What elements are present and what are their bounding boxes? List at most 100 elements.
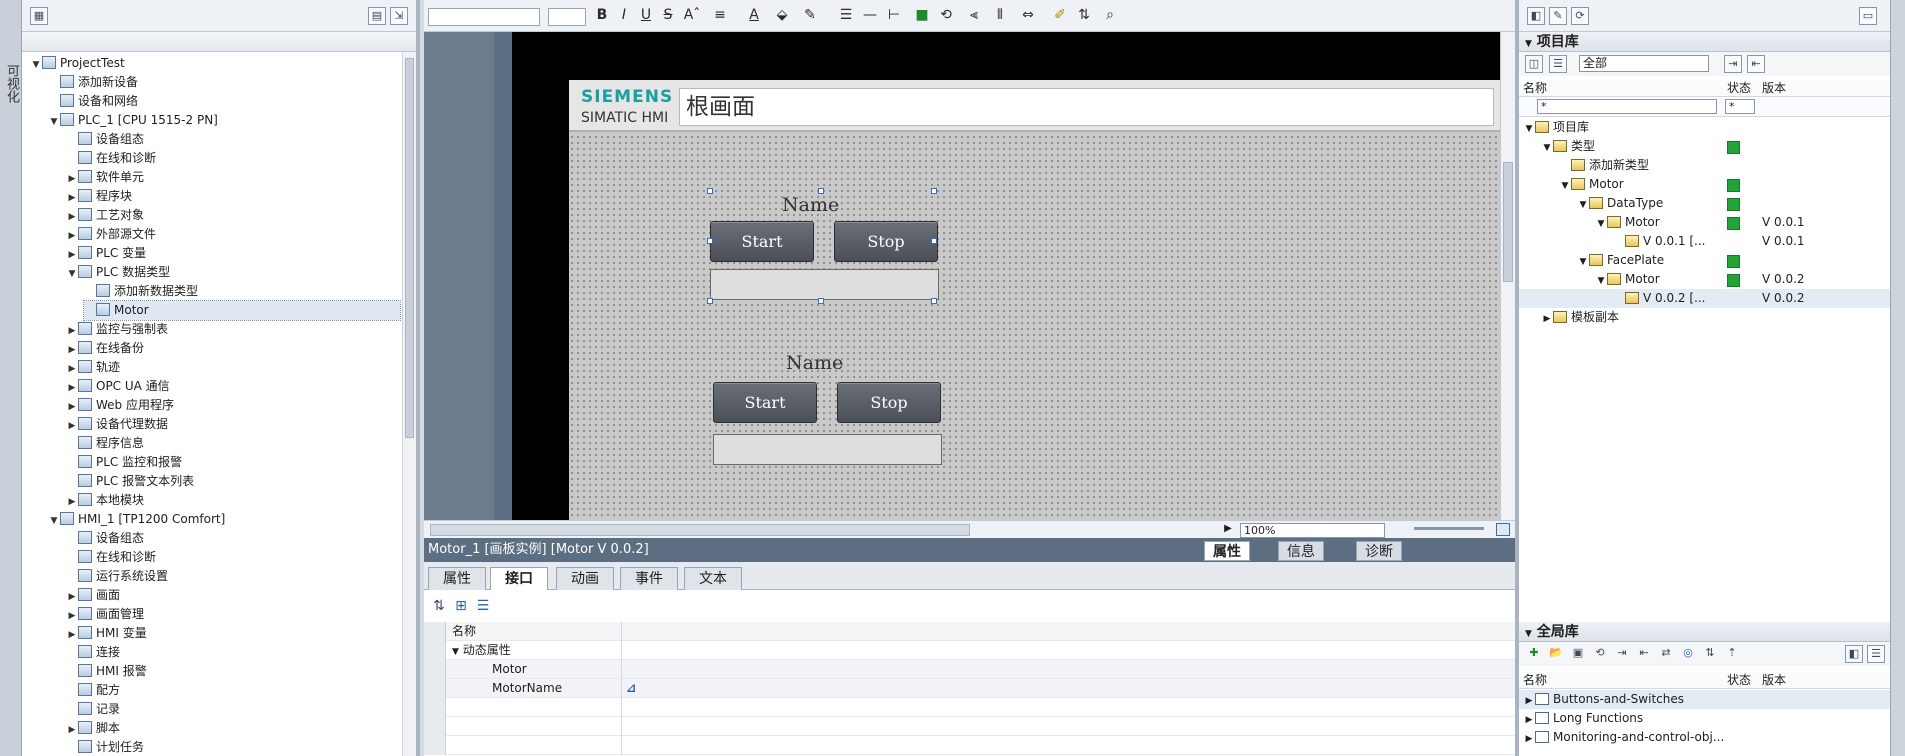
tree-item[interactable]: ▶ 外部源文件 (66, 225, 400, 244)
stop-button[interactable]: Stop (837, 382, 941, 423)
bold-button[interactable]: B (592, 7, 612, 23)
new-library-icon[interactable]: ✚ (1525, 645, 1543, 663)
tab-properties[interactable]: 属性 (428, 567, 486, 590)
tree-grid-icon[interactable]: ▦ (30, 7, 48, 25)
tree-item[interactable]: ▶ 监控与强制表 (66, 320, 400, 339)
library-tree-item[interactable]: ▶ 模板副本 (1519, 308, 1891, 327)
library-view-icon[interactable]: ◧ (1527, 7, 1545, 25)
library-minimize-icon[interactable]: ▭ (1859, 7, 1877, 25)
library-tree-item[interactable]: ▼ Motor V 0.0.1 (1519, 213, 1891, 232)
tab-texts[interactable]: 文本 (684, 567, 742, 590)
expand-arrow-icon[interactable]: ▼ (48, 113, 60, 132)
bring-forward-icon[interactable]: ■ (912, 7, 932, 23)
undo-library-icon[interactable]: ⟲ (1591, 645, 1609, 663)
global-library-item[interactable]: ▶ Monitoring-and-control-obj... (1519, 728, 1891, 747)
tree-item[interactable]: ▶ 在线备份 (66, 339, 400, 358)
vertical-tab-strip[interactable]: 可视化 (0, 0, 22, 756)
tab-interface[interactable]: 接口 (490, 567, 548, 591)
start-button[interactable]: Start (710, 221, 814, 262)
italic-button[interactable]: I (614, 7, 634, 23)
same-size-icon[interactable]: ⇔ (1018, 7, 1038, 23)
font-color-button[interactable]: A (744, 7, 764, 23)
tree-item[interactable]: ▶ 脚本 (66, 719, 400, 738)
library-tree-item[interactable]: V 0.0.1 [... V 0.0.1 (1519, 232, 1891, 251)
collapse-arrow-icon[interactable]: ▼ (1525, 39, 1532, 49)
sort-library-icon[interactable]: ⇅ (1701, 645, 1719, 663)
save-library-icon[interactable]: ▣ (1569, 645, 1587, 663)
expand-arrow-icon[interactable]: ▼ (30, 56, 42, 75)
text-align-button[interactable]: ≡ (710, 7, 730, 23)
tree-item[interactable]: 在线和诊断 (66, 548, 400, 567)
tree-item[interactable]: ▶ OPC UA 通信 (66, 377, 400, 396)
tree-item[interactable]: 添加新数据类型 (84, 282, 400, 301)
motor-name-io-field[interactable] (713, 434, 942, 465)
expand-arrow-icon[interactable]: ▶ (1523, 730, 1535, 749)
layer-icon[interactable]: ⇅ (1074, 7, 1094, 23)
collapse-arrow-icon[interactable]: ▼ (1525, 629, 1532, 639)
hmi-root-screen[interactable]: SIEMENS SIMATIC HMI 根画面 Name Start Stop (569, 80, 1500, 520)
tree-item[interactable]: ▶ 画面管理 (66, 605, 400, 624)
font-family-select[interactable] (428, 8, 540, 26)
canvas-area[interactable]: SIEMENS SIMATIC HMI 根画面 Name Start Stop (424, 32, 1500, 520)
library-tree-item[interactable]: ▼ 类型 (1519, 137, 1891, 156)
tree-item[interactable]: 连接 (66, 643, 400, 662)
selection-handle[interactable] (707, 238, 713, 244)
sort-icon[interactable]: ⇅ (430, 598, 448, 616)
tree-item[interactable]: ▶ 工艺对象 (66, 206, 400, 225)
selection-handle[interactable] (931, 298, 937, 304)
tab-animation[interactable]: 动画 (556, 567, 614, 590)
tree-item[interactable]: PLC 监控和报警 (66, 453, 400, 472)
selection-handle[interactable] (707, 188, 713, 194)
tree-item[interactable]: ▶ 程序块 (66, 187, 400, 206)
tree-item[interactable]: Motor (83, 300, 401, 321)
tab-properties-right[interactable]: 属性 (1204, 541, 1250, 561)
tree-item[interactable]: 配方 (66, 681, 400, 700)
tree-item[interactable]: ▶ Web 应用程序 (66, 396, 400, 415)
tree-item[interactable]: 设备和网络 (48, 92, 400, 111)
tag-connection-icon[interactable]: ⊿ (622, 681, 636, 695)
table-view-icon[interactable]: ▤ (368, 7, 386, 25)
tree-item[interactable]: 设备组态 (66, 529, 400, 548)
library-filter-icon[interactable]: ◫ (1525, 55, 1543, 73)
library-update-icon[interactable]: ⟳ (1571, 7, 1589, 25)
line-end-icon[interactable]: ⊢ (884, 7, 904, 23)
library-tree-item[interactable]: V 0.0.2 [... V 0.0.2 (1519, 289, 1891, 308)
expand-arrow-icon[interactable]: ▼ (66, 265, 78, 284)
interface-group-row[interactable]: ▼ 动态属性 (424, 641, 1515, 660)
horizontal-scroll-thumb[interactable] (430, 524, 970, 536)
tree-item[interactable]: 添加新设备 (48, 73, 400, 92)
tree-item[interactable]: 运行系统设置 (66, 567, 400, 586)
library-tree-item[interactable]: 添加新类型 (1519, 156, 1891, 175)
global-view-icon[interactable]: ◧ (1845, 645, 1863, 663)
line-color-button[interactable]: ✎ (800, 7, 820, 23)
tree-item[interactable]: ▼ HMI_1 [TP1200 Comfort] (48, 510, 400, 529)
faceplate-instance-1[interactable]: Name Start Stop (707, 188, 939, 304)
library-tree-item[interactable]: ▼ Motor V 0.0.2 (1519, 270, 1891, 289)
screen-title-field[interactable]: 根画面 (679, 88, 1494, 126)
name-filter-input[interactable]: * (1537, 99, 1717, 114)
tree-item[interactable]: ▶ 本地模块 (66, 491, 400, 510)
import-library-icon[interactable]: ⇤ (1635, 645, 1653, 663)
tree-item[interactable]: 在线和诊断 (66, 149, 400, 168)
rotate-icon[interactable]: ⟲ (936, 7, 956, 23)
tree-item[interactable]: ▶ 设备代理数据 (66, 415, 400, 434)
tree-item[interactable]: ▼ PLC_1 [CPU 1515-2 PN] (48, 111, 400, 130)
tree-item[interactable]: 设备组态 (66, 130, 400, 149)
global-library-header[interactable]: ▼ 全局库 (1519, 622, 1891, 642)
tree-item[interactable]: ▼ ProjectTest (30, 54, 400, 73)
line-style-icon[interactable]: ☰ (836, 7, 856, 23)
start-button[interactable]: Start (713, 382, 817, 423)
font-size-increase-button[interactable]: Aˆ (682, 7, 702, 23)
vertical-tab-label[interactable]: 可视化 (2, 64, 21, 103)
global-library-item[interactable]: ▶ Long Functions (1519, 709, 1891, 728)
selection-handle[interactable] (931, 238, 937, 244)
align-left-icon[interactable]: ⫷ (964, 7, 984, 23)
tree-item[interactable]: ▶ 画面 (66, 586, 400, 605)
format-painter-icon[interactable]: ✐ (1050, 7, 1070, 23)
distribute-icon[interactable]: ⫴ (990, 7, 1010, 23)
strikethrough-button[interactable]: S (658, 7, 678, 23)
tree-item[interactable]: 记录 (66, 700, 400, 719)
database-icon[interactable]: ◎ (1679, 645, 1697, 663)
collapse-arrow-icon[interactable]: ▼ (452, 647, 459, 657)
font-size-select[interactable] (548, 8, 586, 26)
